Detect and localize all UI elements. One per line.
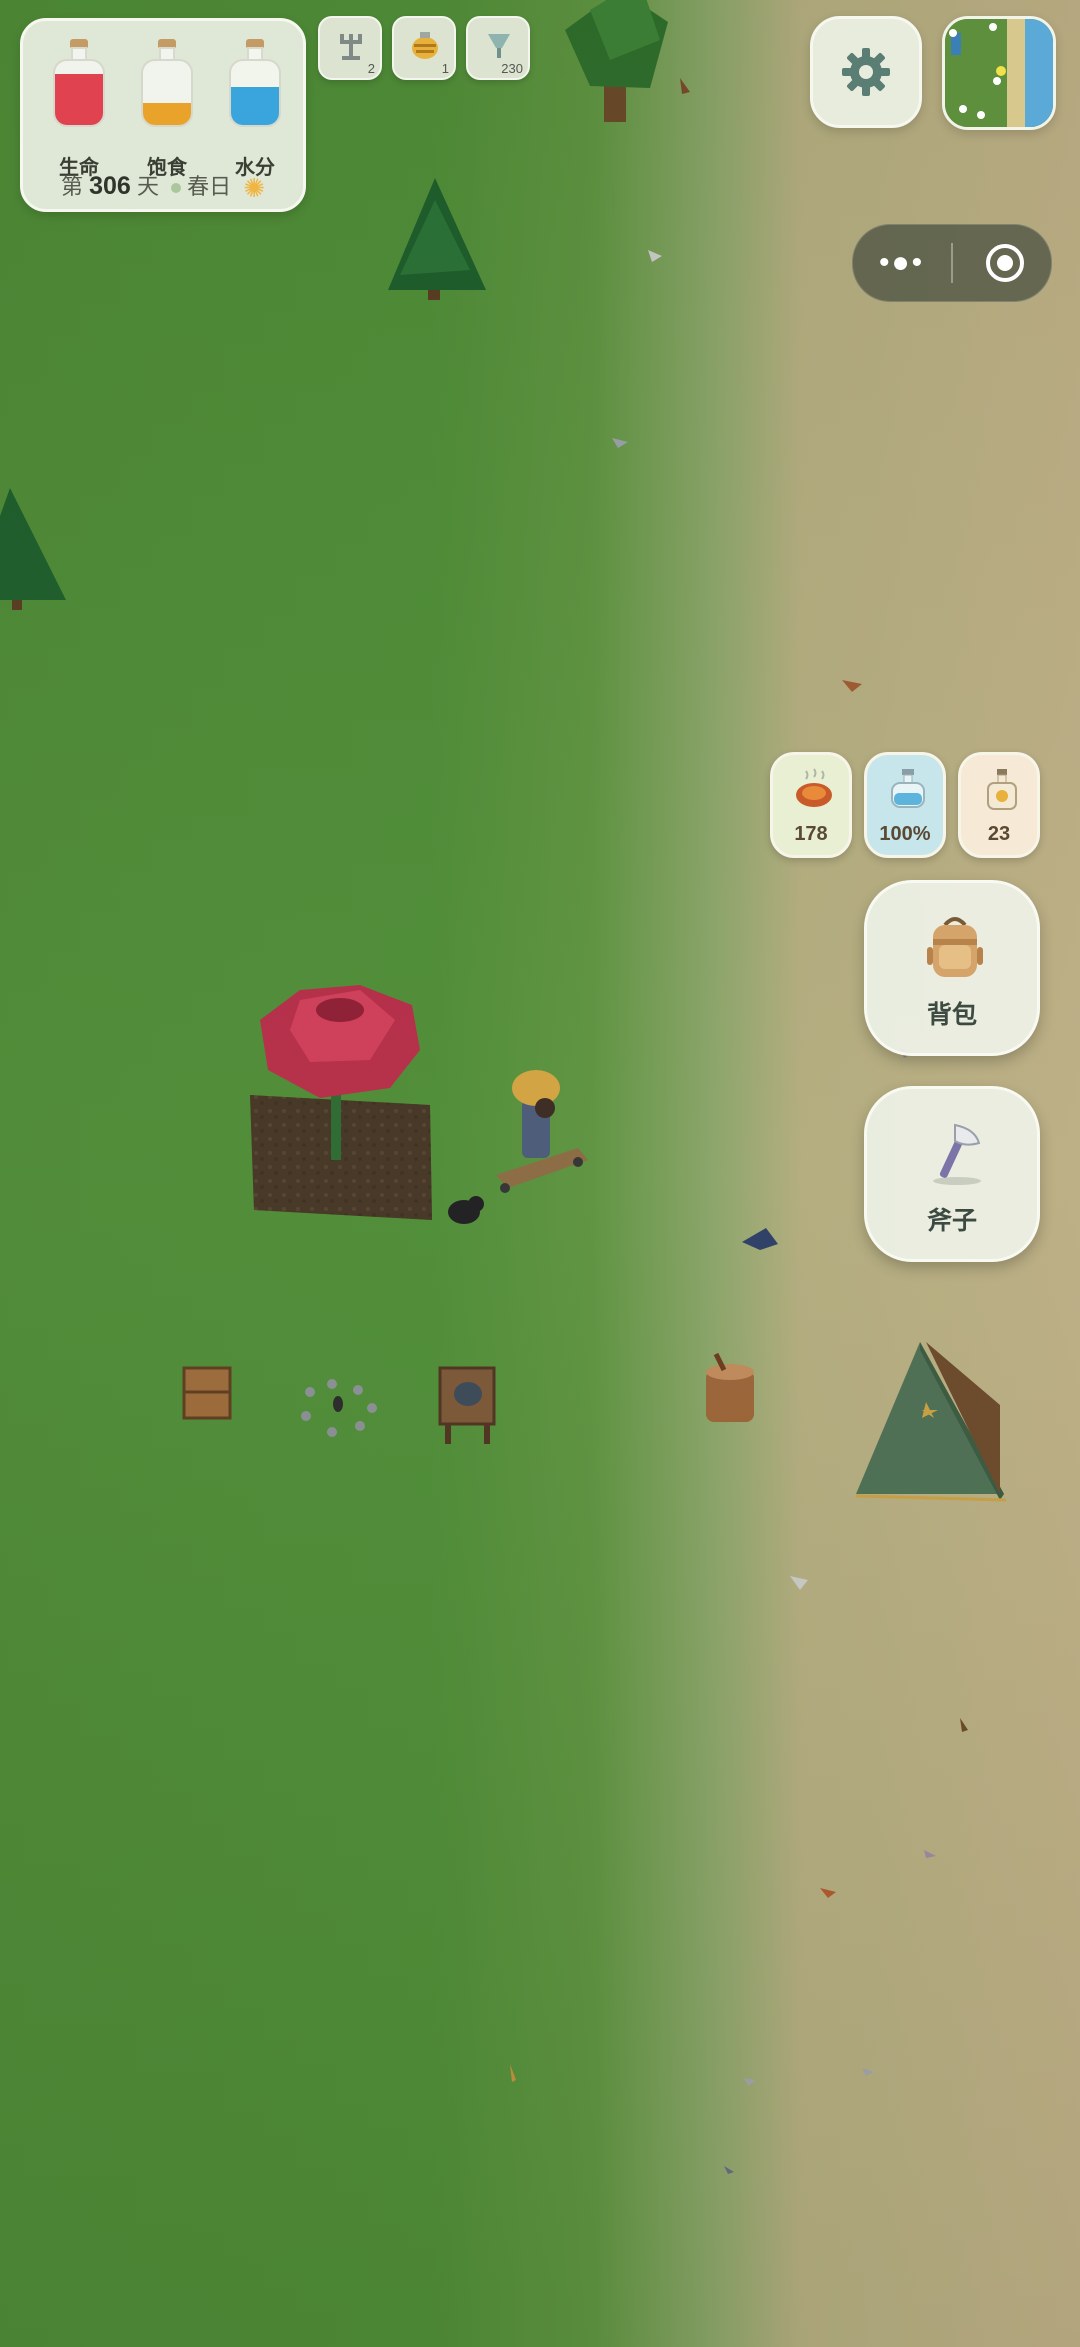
health-bottle: 生命 — [49, 39, 109, 179]
wooden-crate — [182, 1366, 232, 1420]
player-character — [496, 1070, 588, 1193]
day-prefix: 第 — [60, 174, 83, 199]
day-suffix: 天 — [136, 174, 159, 199]
beehive-icon — [412, 32, 438, 59]
funnel-icon — [488, 34, 510, 58]
status-panel: 生命 饱食 水分 第 306 天 春日 ✺ — [20, 18, 306, 212]
oil-count: 23 — [987, 823, 1011, 845]
black-cat — [448, 1196, 484, 1224]
water-fill — [231, 86, 279, 125]
separator-dot — [171, 183, 182, 194]
chopping-stump — [706, 1352, 754, 1422]
slot-beehive[interactable]: 1 — [392, 16, 456, 80]
oil-bottle-icon — [987, 769, 1017, 810]
day-number: 306 — [89, 172, 131, 200]
hunger-bottle: 饱食 — [137, 39, 197, 179]
axe-icon — [933, 1123, 981, 1185]
season-label: 春日 — [187, 174, 232, 199]
pine-tree — [388, 178, 486, 300]
axe-button[interactable]: 斧子 — [864, 1086, 1040, 1262]
water-chip[interactable]: 100% — [864, 752, 946, 858]
water-bottle: 水分 — [225, 39, 285, 179]
sun-icon: ✺ — [243, 172, 266, 203]
minimap-view — [945, 19, 1053, 127]
target-icon[interactable] — [983, 241, 1027, 285]
farm-plot — [250, 1095, 432, 1220]
slot-funnel[interactable]: 230 — [466, 16, 530, 80]
red-flower — [260, 985, 420, 1160]
player-marker-icon — [996, 66, 1006, 76]
food-count: 178 — [794, 823, 828, 845]
food-chip[interactable]: 178 — [770, 752, 852, 858]
pine-tree-left — [0, 488, 66, 610]
capsule-divider — [951, 243, 953, 283]
backpack-label: 背包 — [926, 1001, 977, 1029]
funnel-count: 230 — [501, 61, 523, 76]
minimap[interactable] — [942, 16, 1056, 130]
campfire-stones — [301, 1379, 377, 1437]
water-percent: 100% — [879, 823, 931, 845]
water-bottle-icon — [891, 769, 925, 808]
scarecrow-icon — [340, 34, 362, 60]
backpack-button[interactable]: 背包 — [864, 880, 1040, 1056]
slot-scarecrow[interactable]: 2 — [318, 16, 382, 80]
stone-stove — [438, 1366, 496, 1444]
capsule-menu: •●• — [852, 224, 1052, 302]
oil-chip[interactable]: 23 — [958, 752, 1040, 858]
more-options-button[interactable]: •●• — [879, 243, 924, 283]
scarecrow-count: 2 — [367, 61, 375, 76]
beehive-count: 1 — [441, 61, 449, 76]
day-indicator: 第 306 天 春日 ✺ — [23, 169, 303, 204]
hunger-fill — [143, 102, 191, 125]
axe-label: 斧子 — [926, 1207, 977, 1235]
roast-meat-icon — [796, 768, 832, 807]
camp-tent — [855, 1342, 1007, 1502]
blue-bird — [742, 1228, 778, 1250]
tree-top — [565, 0, 668, 122]
settings-button[interactable] — [810, 16, 922, 128]
health-fill — [55, 73, 103, 125]
gear-icon — [842, 48, 890, 96]
backpack-icon — [927, 917, 983, 977]
